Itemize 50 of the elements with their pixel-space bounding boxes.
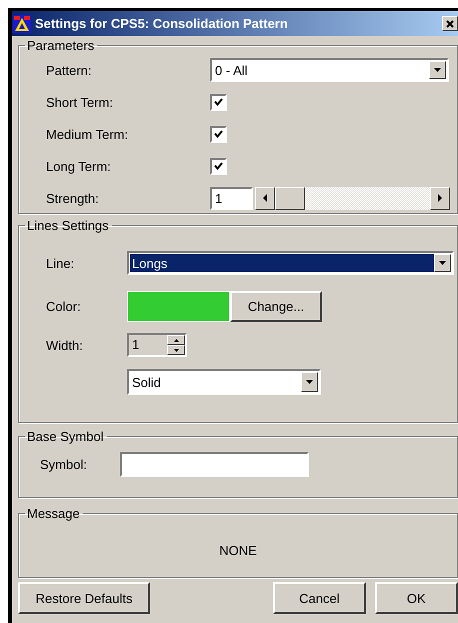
dropdown-arrow-icon	[434, 68, 441, 72]
dropdown[interactable]: Solid	[127, 369, 321, 395]
dialog-button[interactable]: Restore Defaults	[18, 582, 150, 614]
spin-down-button[interactable]	[167, 345, 185, 355]
group-title: Lines Settings	[26, 218, 110, 233]
dropdown[interactable]: 0 - All	[210, 58, 449, 82]
field-label: Pattern:	[46, 62, 93, 78]
change-button[interactable]: Change...	[230, 291, 322, 322]
input-field[interactable]: 1	[210, 186, 253, 210]
group-title: Parameters	[26, 38, 96, 53]
slider[interactable]	[255, 186, 450, 210]
checkbox[interactable]	[210, 158, 227, 174]
field-label: Strength:	[46, 190, 100, 206]
field-label: Long Term:	[46, 158, 112, 174]
message-text: NONE	[218, 543, 258, 558]
left-arrow-icon	[263, 194, 267, 202]
field-label: Width:	[46, 338, 84, 352]
close-icon	[446, 20, 454, 28]
slider-thumb[interactable]	[275, 186, 305, 210]
dropdown-arrow-icon	[306, 380, 313, 384]
dropdown-button[interactable]	[301, 372, 318, 392]
field-label: Symbol:	[40, 457, 88, 472]
close-button[interactable]	[442, 16, 458, 31]
field-label: Short Term:	[46, 94, 114, 110]
group-title: Message	[26, 506, 81, 521]
field-label: Line:	[46, 256, 76, 270]
dropdown[interactable]: Longs	[127, 251, 454, 275]
field-label: Color:	[46, 299, 82, 314]
checkbox[interactable]	[210, 94, 227, 110]
checkmark-icon	[214, 130, 223, 138]
app-logo-icon	[13, 14, 31, 32]
spin-box[interactable]: 1	[127, 333, 187, 357]
checkmark-icon	[214, 162, 223, 170]
down-arrow-icon	[174, 348, 178, 352]
field-label: Medium Term:	[46, 126, 130, 142]
dropdown-button[interactable]	[434, 254, 451, 272]
slider-left-button[interactable]	[255, 186, 275, 210]
slider-right-button[interactable]	[430, 186, 450, 210]
input-field[interactable]	[120, 452, 309, 477]
right-arrow-icon	[438, 194, 442, 202]
dropdown-arrow-icon	[439, 261, 446, 265]
up-arrow-icon	[174, 338, 178, 342]
dialog-button[interactable]: Cancel	[273, 582, 366, 614]
spin-up-button[interactable]	[167, 335, 185, 345]
dialog-button[interactable]: OK	[374, 582, 458, 614]
group-title: Base Symbol	[26, 429, 105, 444]
dropdown-button[interactable]	[429, 61, 446, 79]
checkbox[interactable]	[210, 126, 227, 142]
checkmark-icon	[214, 98, 223, 106]
window-title: Settings for CPS5: Consolidation Pattern	[35, 16, 289, 31]
